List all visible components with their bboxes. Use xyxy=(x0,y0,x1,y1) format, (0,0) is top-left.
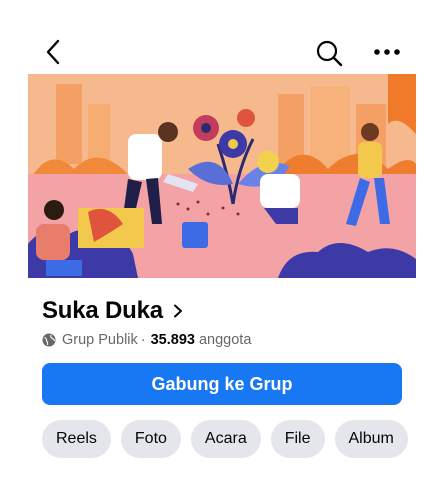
tab-acara[interactable]: Acara xyxy=(190,420,261,458)
tab-album[interactable]: Album xyxy=(334,420,408,458)
privacy-label: Grup Publik xyxy=(62,332,138,348)
group-cover-image[interactable] xyxy=(28,74,416,278)
group-title-row[interactable]: Suka Duka xyxy=(42,294,183,328)
join-group-button[interactable]: Gabung ke Grup xyxy=(42,363,402,405)
more-button[interactable] xyxy=(370,36,404,68)
chevron-right-icon xyxy=(173,304,182,318)
tab-chips: Reels Foto Acara File Album xyxy=(42,420,408,458)
group-name: Suka Duka xyxy=(42,297,163,324)
back-button[interactable] xyxy=(38,36,70,68)
group-meta: Grup Publik · 35.893 anggota xyxy=(42,330,251,350)
more-horizontal-icon xyxy=(374,49,400,55)
tab-file[interactable]: File xyxy=(270,420,325,458)
globe-icon xyxy=(42,333,56,347)
meta-separator: · xyxy=(140,332,146,348)
top-bar xyxy=(0,0,444,74)
member-suffix: anggota xyxy=(198,332,252,348)
search-icon xyxy=(316,40,343,67)
search-button[interactable] xyxy=(312,36,346,70)
member-count: 35.893 xyxy=(150,332,195,348)
cover-illustration xyxy=(28,74,416,278)
chevron-left-icon xyxy=(46,39,60,65)
tab-foto[interactable]: Foto xyxy=(120,420,181,458)
tab-reels[interactable]: Reels xyxy=(42,420,111,458)
